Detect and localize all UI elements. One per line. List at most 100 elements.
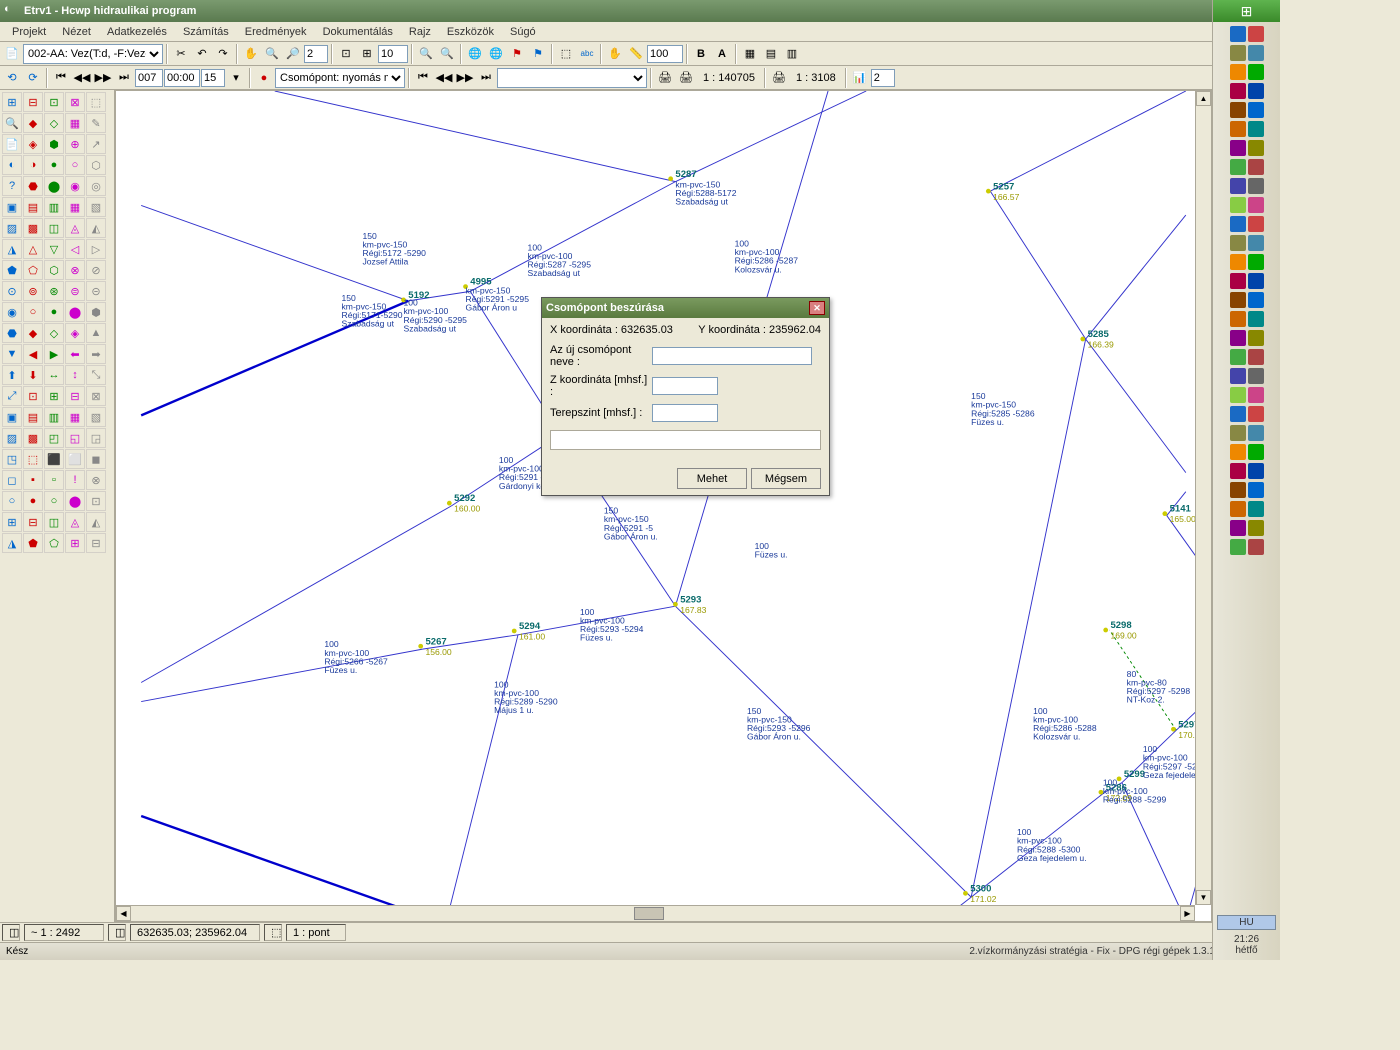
tray-app-8[interactable] [1230, 102, 1246, 118]
tray-app-38[interactable] [1230, 387, 1246, 403]
time-input[interactable] [164, 69, 200, 87]
tool-44[interactable]: ⊘ [86, 260, 106, 280]
tray-app-22[interactable] [1230, 235, 1246, 251]
tool-51[interactable]: ○ [23, 302, 43, 322]
tool-6[interactable]: ◆ [23, 113, 43, 133]
measure-icon[interactable]: 📏 [626, 44, 646, 64]
name-input[interactable] [652, 347, 812, 365]
tool-65[interactable]: ⬆ [2, 365, 22, 385]
tool-0[interactable]: ⊞ [2, 92, 22, 112]
menu-nézet[interactable]: Nézet [54, 24, 99, 40]
tray-app-19[interactable] [1248, 197, 1264, 213]
tool-1[interactable]: ⊟ [23, 92, 43, 112]
tool-90[interactable]: ◻ [2, 470, 22, 490]
tray-app-44[interactable] [1230, 444, 1246, 460]
zoom-fit-icon[interactable]: ⊡ [336, 44, 356, 64]
tool-19[interactable]: ⬡ [86, 155, 106, 175]
tool-49[interactable]: ⊝ [86, 281, 106, 301]
z-input[interactable] [652, 377, 718, 395]
dialog-close-button[interactable]: ✕ [809, 301, 825, 315]
tool-98[interactable]: ⬤ [65, 491, 85, 511]
tray-app-32[interactable] [1230, 330, 1246, 346]
tray-app-25[interactable] [1248, 254, 1264, 270]
tool-3[interactable]: ⊠ [65, 92, 85, 112]
tool-29[interactable]: ▧ [86, 197, 106, 217]
tray-app-30[interactable] [1230, 311, 1246, 327]
tool-76[interactable]: ▤ [23, 407, 43, 427]
globe-icon[interactable]: 🌐 [465, 44, 485, 64]
tool-23[interactable]: ◉ [65, 176, 85, 196]
tray-app-49[interactable] [1248, 482, 1264, 498]
cut-icon[interactable]: ✂ [171, 44, 191, 64]
tray-app-46[interactable] [1230, 463, 1246, 479]
tool-8[interactable]: ▦ [65, 113, 85, 133]
tray-app-18[interactable] [1230, 197, 1246, 213]
print2-icon[interactable]: 🖨 [676, 68, 696, 88]
tool-89[interactable]: ◼ [86, 449, 106, 469]
tool-7[interactable]: ◇ [44, 113, 64, 133]
ok-button[interactable]: Mehet [677, 468, 747, 489]
tool-46[interactable]: ⊚ [23, 281, 43, 301]
tool-94[interactable]: ⊗ [86, 470, 106, 490]
flag-blue-icon[interactable]: ⚑ [528, 44, 548, 64]
tool-54[interactable]: ⬢ [86, 302, 106, 322]
tray-app-52[interactable] [1230, 520, 1246, 536]
tool-10[interactable]: 📄 [2, 134, 22, 154]
undo-icon[interactable]: ↶ [192, 44, 212, 64]
tool-20[interactable]: ? [2, 176, 22, 196]
tool-103[interactable]: ◬ [65, 512, 85, 532]
tool-92[interactable]: ▫ [44, 470, 64, 490]
empty-combo[interactable] [497, 68, 647, 88]
chart-icon[interactable]: 📊 [850, 68, 870, 88]
tray-app-45[interactable] [1248, 444, 1264, 460]
tool-72[interactable]: ⊞ [44, 386, 64, 406]
menu-rajz[interactable]: Rajz [401, 24, 439, 40]
tool-77[interactable]: ▥ [44, 407, 64, 427]
dialog-titlebar[interactable]: Csomópont beszúrása ✕ [542, 298, 829, 318]
tray-app-13[interactable] [1248, 140, 1264, 156]
tool-41[interactable]: ⬠ [23, 260, 43, 280]
tray-app-55[interactable] [1248, 539, 1264, 555]
new-icon[interactable]: 📄 [2, 44, 22, 64]
tray-app-51[interactable] [1248, 501, 1264, 517]
tool-56[interactable]: ◆ [23, 323, 43, 343]
tool-15[interactable]: ◐ [2, 155, 22, 175]
tool-13[interactable]: ⊕ [65, 134, 85, 154]
tool-55[interactable]: ⬣ [2, 323, 22, 343]
dist-input[interactable] [647, 45, 683, 63]
tool-64[interactable]: ➡ [86, 344, 106, 364]
select-icon[interactable]: ⬚ [556, 44, 576, 64]
tool-48[interactable]: ⊜ [65, 281, 85, 301]
scroll-down-icon[interactable]: ▼ [1196, 890, 1211, 905]
print-icon[interactable]: 🖨 [655, 68, 675, 88]
tool-27[interactable]: ▥ [44, 197, 64, 217]
tool-86[interactable]: ⬚ [23, 449, 43, 469]
dropdown-icon[interactable]: ▾ [226, 68, 246, 88]
tray-app-5[interactable] [1248, 64, 1264, 80]
tool-97[interactable]: ○ [44, 491, 64, 511]
last-icon[interactable]: ⏭ [114, 68, 134, 88]
tool-60[interactable]: ▼ [2, 344, 22, 364]
zoom-step-input[interactable] [304, 45, 328, 63]
tool-9[interactable]: ✎ [86, 113, 106, 133]
tray-app-48[interactable] [1230, 482, 1246, 498]
prev-icon[interactable]: ◀◀ [72, 68, 92, 88]
tray-app-31[interactable] [1248, 311, 1264, 327]
tray-app-14[interactable] [1230, 159, 1246, 175]
tool-70[interactable]: ⤢ [2, 386, 22, 406]
tray-app-11[interactable] [1248, 121, 1264, 137]
tool-99[interactable]: ⊡ [86, 491, 106, 511]
tray-app-28[interactable] [1230, 292, 1246, 308]
anim-icon[interactable]: ⟲ [2, 68, 22, 88]
tool-18[interactable]: ○ [65, 155, 85, 175]
menu-eredmények[interactable]: Eredmények [237, 24, 315, 40]
table2-icon[interactable]: ▤ [761, 44, 781, 64]
tray-app-7[interactable] [1248, 83, 1264, 99]
print3-icon[interactable]: 🖨 [769, 68, 789, 88]
tray-app-12[interactable] [1230, 140, 1246, 156]
tool-106[interactable]: ⬟ [23, 533, 43, 553]
first-icon[interactable]: ⏮ [51, 68, 71, 88]
tray-app-6[interactable] [1230, 83, 1246, 99]
tool-45[interactable]: ⊙ [2, 281, 22, 301]
tray-app-29[interactable] [1248, 292, 1264, 308]
